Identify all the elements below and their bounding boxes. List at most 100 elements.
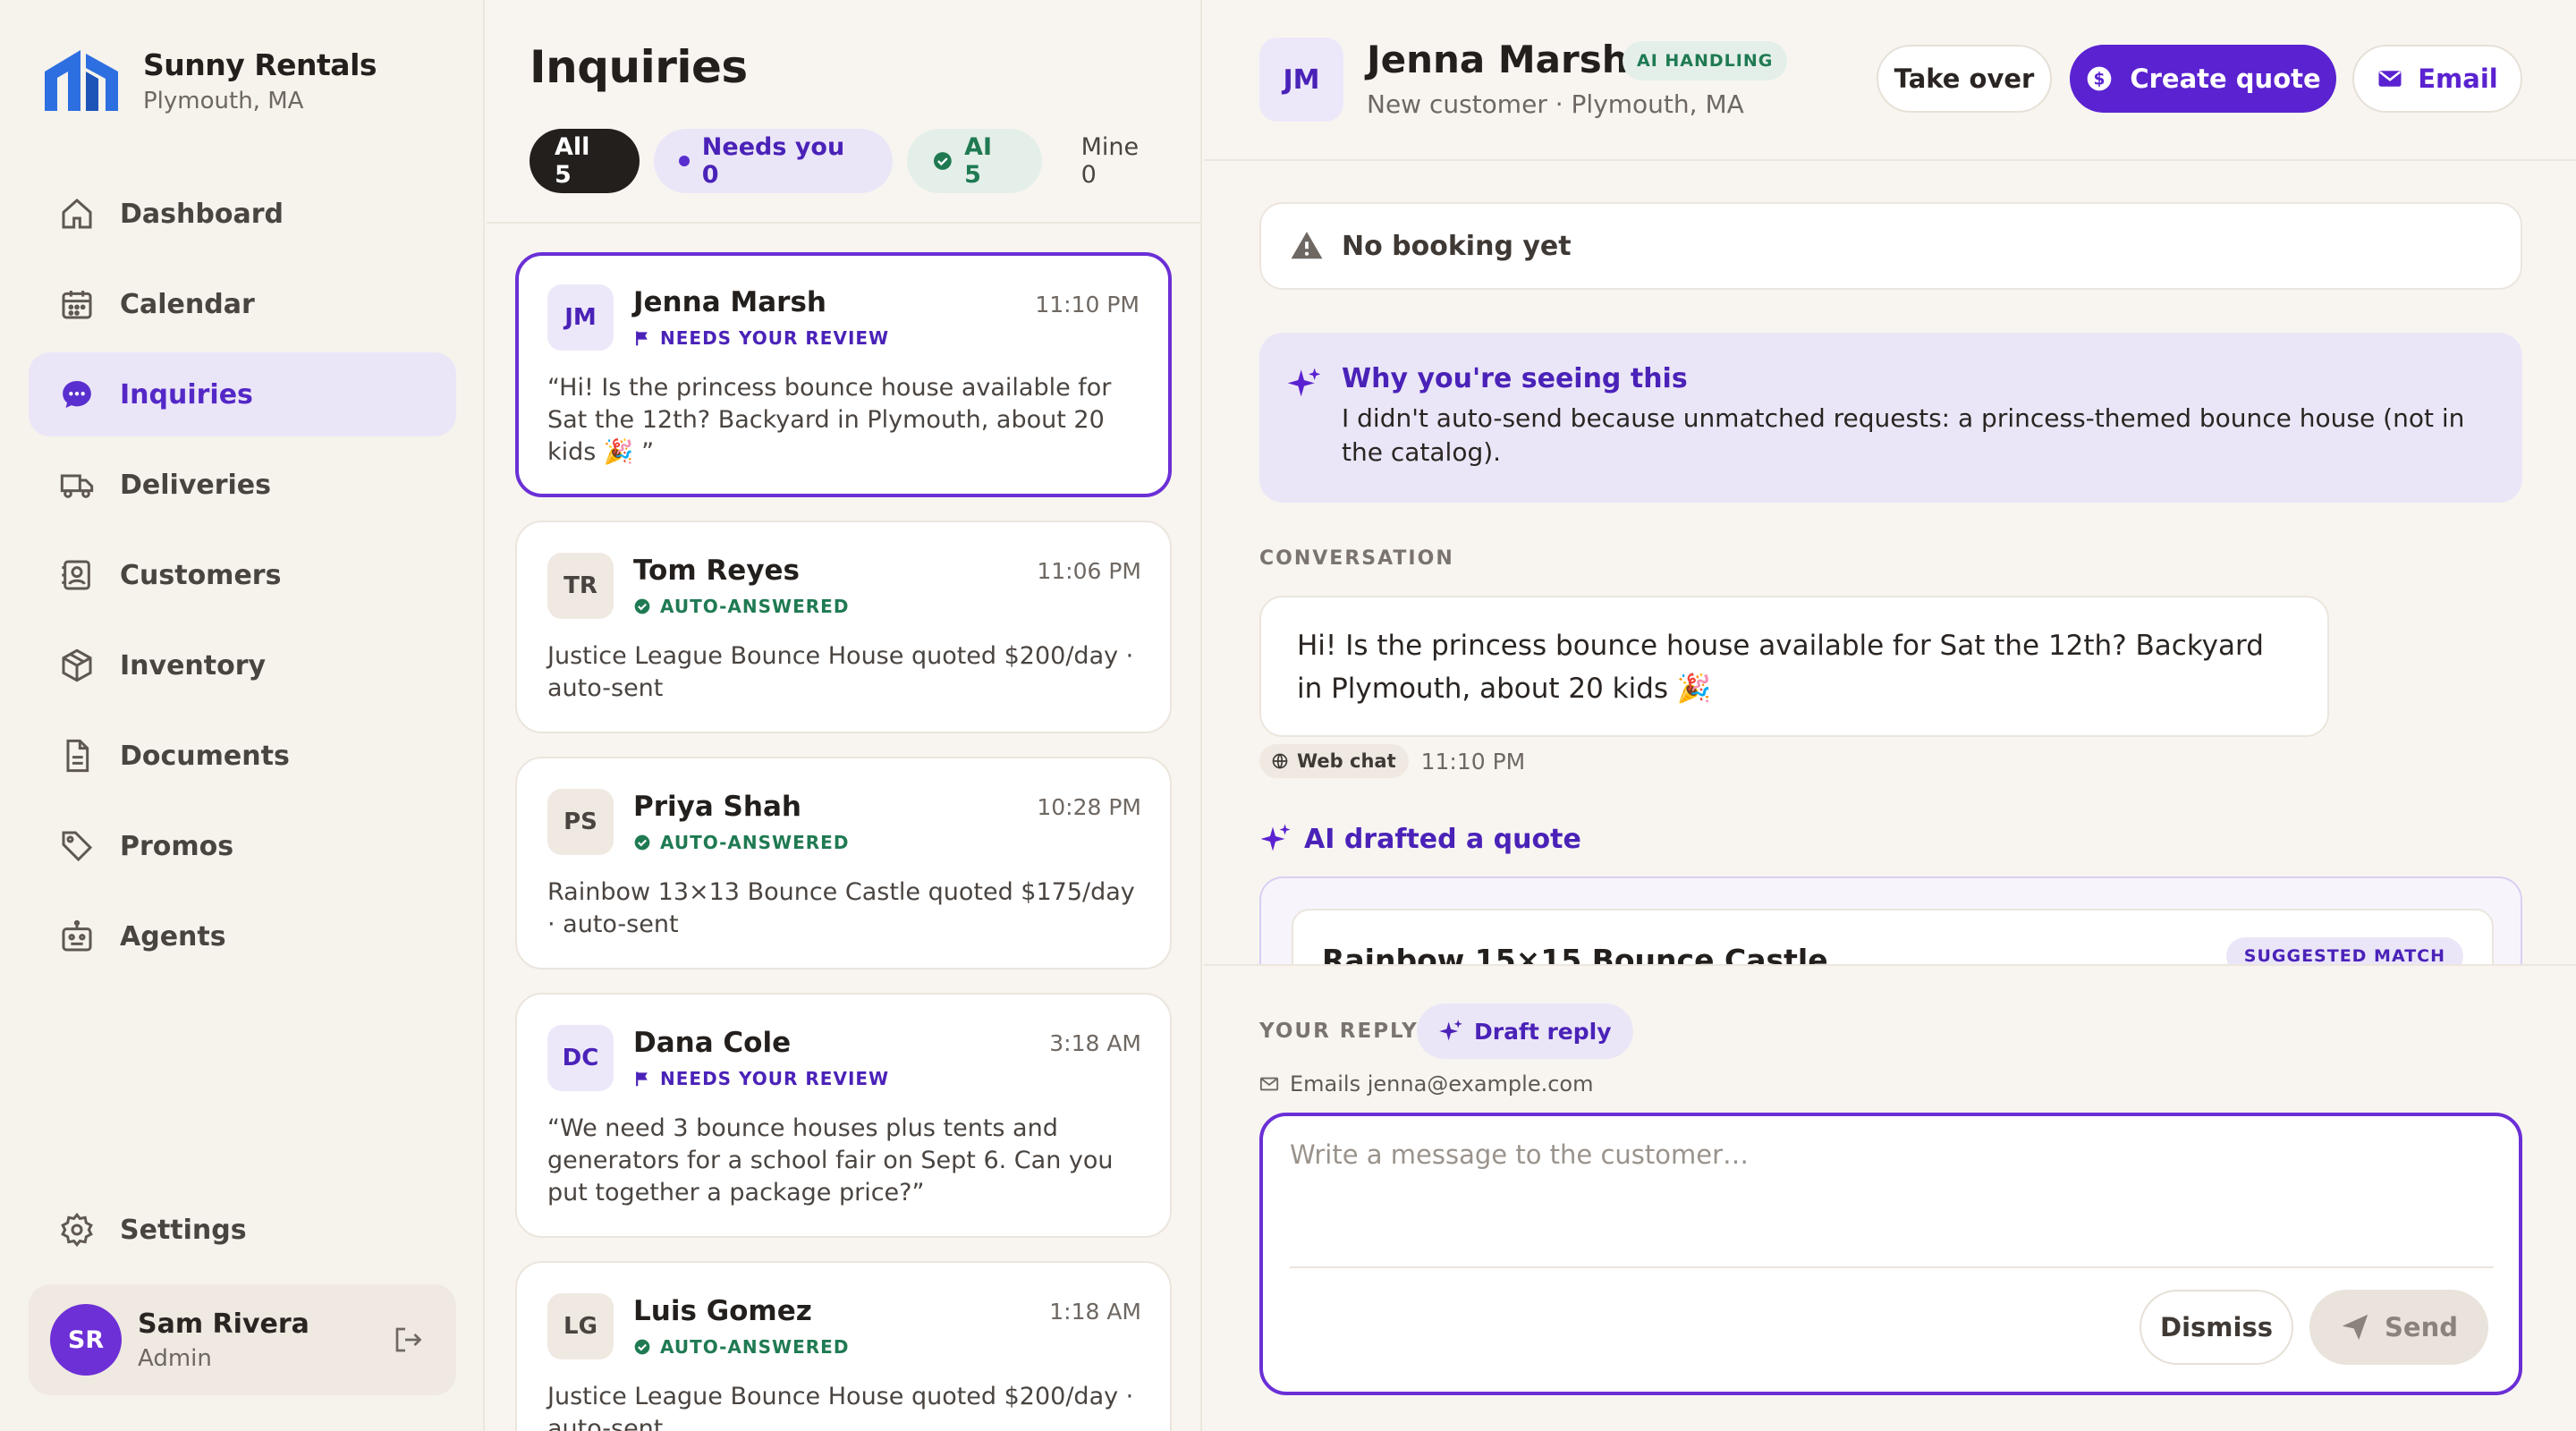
conversation-label: CONVERSATION [1259, 547, 1454, 570]
filter-label: All 5 [555, 133, 590, 189]
filter-needs-you[interactable]: Needs you 0 [653, 129, 894, 193]
user-avatar: SR [50, 1304, 122, 1376]
inquiry-detail: JM Jenna Marsh AI HANDLING New customer … [1204, 0, 2576, 1431]
user-role: Admin [138, 1344, 212, 1372]
email-button[interactable]: Email [2352, 45, 2522, 113]
dot-icon [678, 156, 690, 166]
nav-item-dashboard[interactable]: Dashboard [29, 172, 456, 256]
inquiries-list-pane: Inquiries All 5 Needs you 0 AI 5 Mine 0 … [487, 0, 1202, 1431]
customer-name: Tom Reyes [633, 555, 800, 587]
settings-nav: Settings [29, 1188, 456, 1278]
nav-label: Inquiries [120, 378, 253, 411]
divider [487, 222, 1200, 224]
status-badge: AUTO-ANSWERED [633, 832, 849, 853]
nav-label: Documents [120, 740, 290, 772]
ai-drafted-label: AI drafted a quote [1304, 823, 1581, 855]
avatar: DC [547, 1025, 614, 1091]
channel-badge: Web chat [1259, 744, 1409, 778]
mail-icon [1259, 1077, 1279, 1091]
check-circle-icon [934, 152, 953, 170]
filter-all[interactable]: All 5 [530, 129, 640, 193]
status-badge: NEEDS YOUR REVIEW [633, 327, 889, 349]
customer-name: Jenna Marsh [1367, 38, 1629, 81]
card-time: 10:28 PM [1037, 794, 1141, 820]
inquiry-card[interactable]: LG Luis Gomez AUTO-ANSWERED 1:18 AM Just… [515, 1261, 1172, 1431]
gear-icon [61, 1212, 93, 1248]
status-label: NEEDS YOUR REVIEW [660, 1068, 890, 1089]
avatar: LG [547, 1293, 614, 1359]
nav-item-documents[interactable]: Documents [29, 714, 456, 798]
contact-card-icon [62, 560, 90, 590]
mail-icon [2378, 71, 2402, 87]
recipient-text: Emails jenna@example.com [1290, 1071, 1594, 1097]
button-label: Send [2385, 1312, 2458, 1342]
inquiry-card[interactable]: PS Priya Shah AUTO-ANSWERED 10:28 PM Rai… [515, 757, 1172, 970]
status-label: AUTO-ANSWERED [660, 1336, 850, 1358]
customer-subtitle: New customer · Plymouth, MA [1367, 89, 1744, 119]
message-time: 11:10 PM [1420, 748, 1526, 775]
customer-name: Dana Cole [633, 1027, 792, 1059]
card-time: 1:18 AM [1049, 1299, 1141, 1325]
filter-label: AI 5 [964, 133, 993, 189]
customer-name: Priya Shah [633, 791, 801, 823]
customer-name: Luis Gomez [633, 1295, 812, 1327]
inquiry-card[interactable]: JM Jenna Marsh NEEDS YOUR REVIEW 11:10 P… [515, 252, 1172, 497]
filter-ai[interactable]: AI 5 [907, 129, 1042, 193]
take-over-button[interactable]: Take over [1877, 45, 2052, 113]
card-preview: Rainbow 13×13 Bounce Castle quoted $175/… [547, 878, 1135, 938]
inquiry-cards: JM Jenna Marsh NEEDS YOUR REVIEW 11:10 P… [515, 252, 1172, 1431]
chat-bubble-icon [63, 381, 91, 408]
user-card[interactable]: SR Sam Rivera Admin [29, 1284, 456, 1395]
dismiss-button[interactable]: Dismiss [2140, 1290, 2293, 1365]
nav-item-settings[interactable]: Settings [29, 1188, 456, 1272]
nav-item-inquiries[interactable]: Inquiries [29, 352, 456, 436]
check-circle-icon [634, 834, 650, 851]
nav-item-customers[interactable]: Customers [29, 533, 456, 617]
flag-icon [636, 331, 648, 346]
card-preview: “We need 3 bounce houses plus tents and … [547, 1114, 1114, 1207]
sidebar: Sunny Rentals Plymouth, MA Dashboard Cal… [0, 0, 485, 1431]
send-button[interactable]: Send [2309, 1290, 2488, 1365]
home-icon [62, 198, 92, 229]
avatar: JM [547, 284, 614, 351]
nav-label: Customers [120, 559, 282, 591]
nav-item-calendar[interactable]: Calendar [29, 262, 456, 346]
nav-item-deliveries[interactable]: Deliveries [29, 443, 456, 527]
box-icon [62, 648, 92, 682]
status-badge: AUTO-ANSWERED [633, 1336, 849, 1358]
reply-composer: Dismiss Send [1259, 1113, 2522, 1395]
draft-reply-button[interactable]: Draft reply [1417, 1003, 1633, 1059]
logout-icon[interactable] [392, 1324, 424, 1356]
brand-location: Plymouth, MA [143, 87, 304, 114]
inquiry-card[interactable]: DC Dana Cole NEEDS YOUR REVIEW 3:18 AM “… [515, 993, 1172, 1238]
nav-item-promos[interactable]: Promos [29, 804, 456, 888]
svg-text:$: $ [2094, 71, 2106, 89]
dollar-circle-icon: $ [2088, 66, 2112, 91]
card-preview: Justice League Bounce House quoted $200/… [547, 1383, 1134, 1431]
status-label: AUTO-ANSWERED [660, 832, 850, 853]
nav-label: Settings [120, 1214, 247, 1246]
filter-label: Needs you 0 [701, 133, 845, 189]
nav-item-inventory[interactable]: Inventory [29, 623, 456, 707]
send-icon [2342, 1314, 2368, 1341]
warning-icon [1291, 232, 1323, 259]
reply-textarea[interactable] [1290, 1139, 2479, 1274]
brand[interactable]: Sunny Rentals Plymouth, MA [41, 45, 377, 116]
reply-area: YOUR REPLY Draft reply Emails jenna@exam… [1204, 964, 2576, 1431]
nav-label: Promos [120, 830, 234, 862]
create-quote-button[interactable]: $ Create quote [2070, 45, 2336, 113]
ai-handling-badge: AI HANDLING [1623, 41, 1788, 80]
page-title: Inquiries [530, 41, 748, 93]
button-label: Take over [1894, 64, 2035, 94]
reply-label: YOUR REPLY [1259, 1020, 1419, 1043]
nav-item-agents[interactable]: Agents [29, 894, 456, 978]
truck-icon [60, 474, 94, 498]
nav-label: Inventory [120, 649, 267, 682]
ai-quote-panel: Rainbow 15×15 Bounce Castle SUGGESTED MA… [1259, 876, 2522, 966]
main-nav: Dashboard Calendar Inquiries Deliveries … [29, 172, 456, 985]
why-explanation-panel: Why you're seeing this I didn't auto-sen… [1259, 333, 2522, 503]
inquiry-card[interactable]: TR Tom Reyes AUTO-ANSWERED 11:06 PM Just… [515, 521, 1172, 733]
quote-item-card[interactable]: Rainbow 15×15 Bounce Castle SUGGESTED MA… [1292, 909, 2494, 966]
status-label: AUTO-ANSWERED [660, 596, 850, 617]
filter-mine[interactable]: Mine 0 [1056, 129, 1186, 193]
